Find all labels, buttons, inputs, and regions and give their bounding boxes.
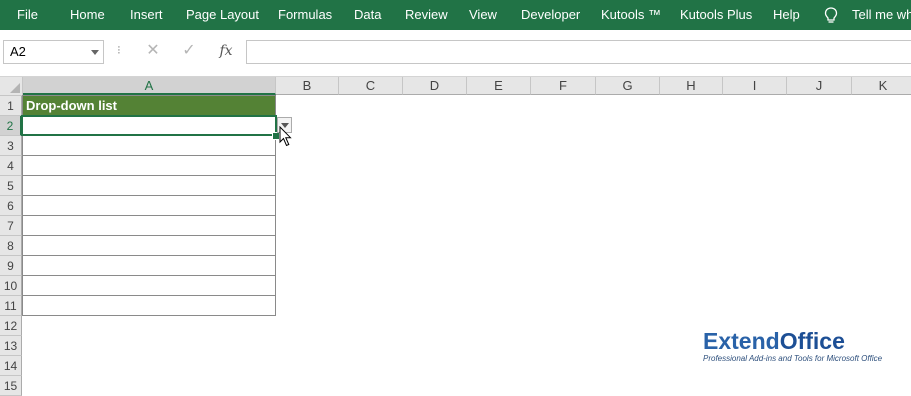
select-all-button[interactable] [0, 77, 23, 96]
enter-icon[interactable]: ✓ [177, 39, 201, 63]
row-header-3[interactable]: 3 [0, 136, 22, 156]
logo-brand: ExtendOffice [703, 328, 845, 354]
formula-bar: A2 ⁝ ✕ ✓ fx [0, 30, 911, 77]
row-header-12[interactable]: 12 [0, 316, 22, 336]
column-header-c[interactable]: C [339, 77, 403, 95]
tab-data[interactable]: Data [354, 0, 381, 30]
tab-formulas[interactable]: Formulas [278, 0, 332, 30]
extendoffice-logo: ExtendOffice Professional Add-ins and To… [703, 328, 882, 364]
tab-developer[interactable]: Developer [521, 0, 580, 30]
row-header-14[interactable]: 14 [0, 356, 22, 376]
chevron-down-icon[interactable] [91, 50, 99, 55]
row-header-4[interactable]: 4 [0, 156, 22, 176]
tab-home[interactable]: Home [70, 0, 105, 30]
row-header-5[interactable]: 5 [0, 176, 22, 196]
column-header-a[interactable]: A [23, 77, 276, 95]
column-header-f[interactable]: F [531, 77, 596, 95]
tab-insert[interactable]: Insert [130, 0, 163, 30]
row-header-13[interactable]: 13 [0, 336, 22, 356]
cell-a3[interactable] [22, 136, 276, 156]
tab-help[interactable]: Help [773, 0, 800, 30]
formula-input[interactable] [246, 40, 911, 64]
cell-a1[interactable]: Drop-down list [22, 95, 276, 116]
row-header-2[interactable]: 2 [0, 116, 22, 136]
lightbulb-icon [824, 7, 838, 23]
row-header-8[interactable]: 8 [0, 236, 22, 256]
row-header-15[interactable]: 15 [0, 376, 22, 396]
insert-function-button[interactable]: fx [214, 39, 238, 63]
tell-me-label: Tell me wha [852, 7, 911, 22]
tab-kutools[interactable]: Kutools ™ [601, 0, 661, 30]
row-header-7[interactable]: 7 [0, 216, 22, 236]
cancel-icon[interactable]: ✕ [141, 39, 165, 63]
tab-page-layout[interactable]: Page Layout [186, 0, 259, 30]
cell-a11[interactable] [22, 296, 276, 316]
column-header-h[interactable]: H [660, 77, 723, 95]
column-header-b[interactable]: B [276, 77, 339, 95]
worksheet-grid: A B C D E F G H I J K 1 2 3 4 5 6 7 8 9 … [0, 77, 911, 396]
cell-a10[interactable] [22, 276, 276, 296]
tab-view[interactable]: View [469, 0, 497, 30]
mouse-pointer-icon [279, 126, 292, 147]
cell-a9[interactable] [22, 256, 276, 276]
ribbon-tab-bar: File Home Insert Page Layout Formulas Da… [0, 0, 911, 30]
cell-a6[interactable] [22, 196, 276, 216]
row-header-9[interactable]: 9 [0, 256, 22, 276]
column-header-e[interactable]: E [467, 77, 531, 95]
tab-kutools-plus[interactable]: Kutools Plus [680, 0, 752, 30]
row-header-11[interactable]: 11 [0, 296, 22, 316]
select-all-triangle-icon [10, 83, 20, 93]
row-header-1[interactable]: 1 [0, 96, 22, 116]
cell-a5[interactable] [22, 176, 276, 196]
tab-review[interactable]: Review [405, 0, 448, 30]
name-box-value: A2 [10, 44, 26, 59]
cell-a8[interactable] [22, 236, 276, 256]
name-box[interactable]: A2 [3, 40, 104, 64]
column-header-k[interactable]: K [852, 77, 911, 95]
cell-a4[interactable] [22, 156, 276, 176]
column-header-d[interactable]: D [403, 77, 467, 95]
logo-tagline: Professional Add-ins and Tools for Micro… [703, 354, 883, 363]
column-header-i[interactable]: I [723, 77, 787, 95]
row-header-10[interactable]: 10 [0, 276, 22, 296]
column-header-g[interactable]: G [596, 77, 660, 95]
tab-file[interactable]: File [17, 0, 38, 30]
active-cell-border [21, 115, 277, 136]
cell-a7[interactable] [22, 216, 276, 236]
row-header-6[interactable]: 6 [0, 196, 22, 216]
formula-bar-splitter[interactable]: ⁝ [117, 43, 121, 57]
column-header-j[interactable]: J [787, 77, 852, 95]
